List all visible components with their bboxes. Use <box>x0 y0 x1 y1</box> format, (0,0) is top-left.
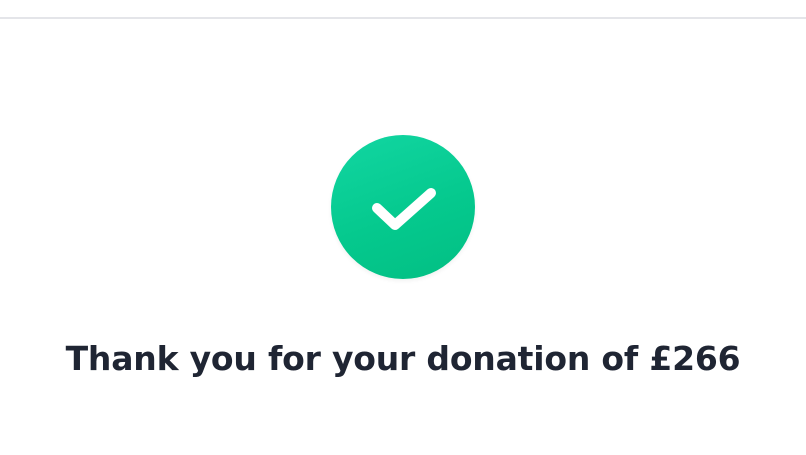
confirmation-heading: Thank you for your donation of £266 <box>65 339 741 378</box>
logo-icon[interactable] <box>382 0 430 6</box>
top-header <box>0 0 806 19</box>
checkmark-icon <box>372 188 436 230</box>
success-badge <box>331 135 475 279</box>
success-circle <box>331 135 475 279</box>
menu-icon[interactable] <box>758 0 770 2</box>
